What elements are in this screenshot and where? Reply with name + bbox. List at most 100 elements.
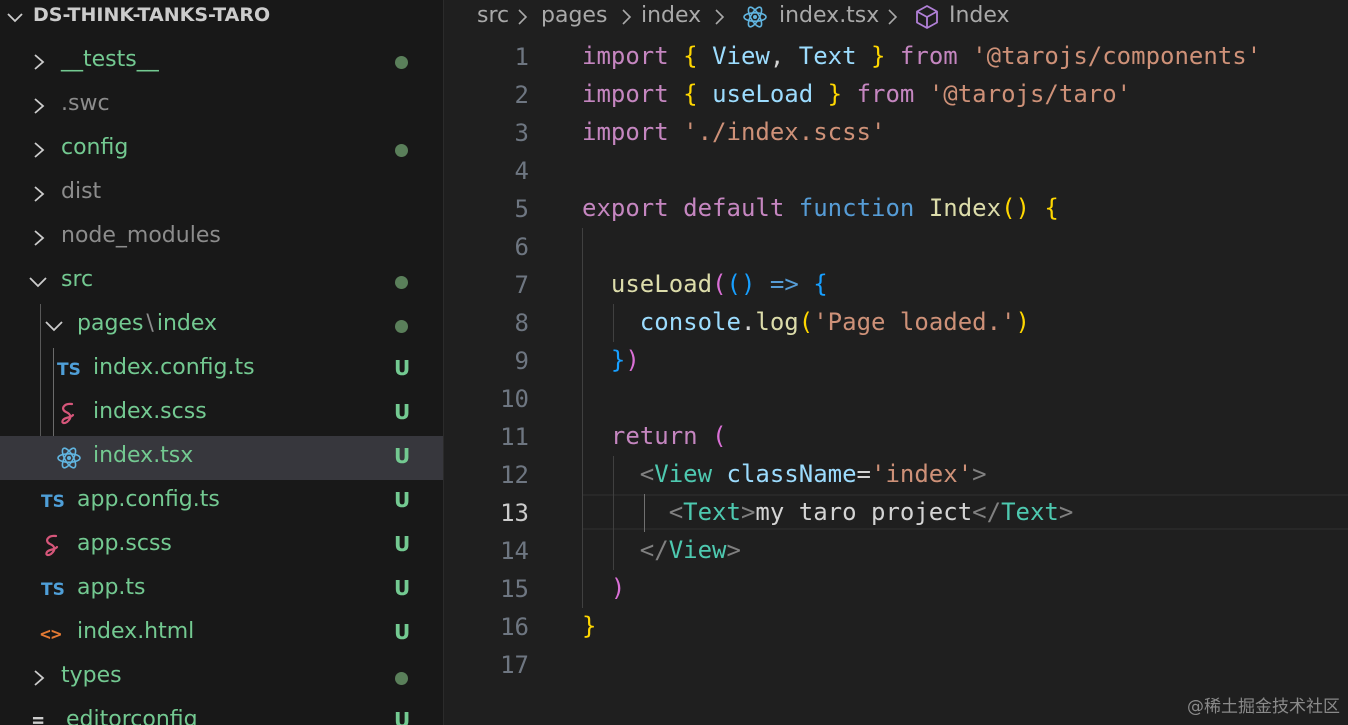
breadcrumb-item-src[interactable]: src <box>477 3 509 28</box>
path-segment-pages: pages <box>77 311 144 336</box>
code-editor[interactable]: src pages index index.tsx Index 1 import … <box>444 0 1348 725</box>
tree-item-dist-folder[interactable]: dist <box>0 172 443 216</box>
code-line[interactable]: 6 <box>444 228 1348 266</box>
code-token: return <box>610 422 698 450</box>
line-number: 7 <box>514 271 529 299</box>
code-line[interactable]: 9 }) <box>444 342 1348 380</box>
line-number: 17 <box>500 651 529 679</box>
code-line[interactable]: 15 ) <box>444 570 1348 608</box>
tree-item-app-ts[interactable]: TS app.ts U <box>0 568 443 612</box>
code-line[interactable]: 16} <box>444 608 1348 646</box>
tree-item-swc-folder[interactable]: .swc <box>0 84 443 128</box>
tree-item-index-scss[interactable]: index.scss U <box>0 392 443 436</box>
tree-item-app-scss[interactable]: app.scss U <box>0 524 443 568</box>
code-token: { <box>683 42 698 70</box>
code-line[interactable]: 4 <box>444 152 1348 190</box>
code-token: => <box>769 270 799 298</box>
tree-item-label: app.ts <box>77 575 146 600</box>
line-number: 13 <box>500 499 529 527</box>
code-text: <View className='index'> <box>582 460 987 488</box>
explorer-panel: DS-THINK-TANKS-TARO __tests__ .swc confi… <box>0 0 444 725</box>
untracked-badge: U <box>394 400 411 424</box>
tree-item-pages-index-folder[interactable]: pages \ index <box>0 304 443 348</box>
tree-item-types-folder[interactable]: types <box>0 656 443 700</box>
modified-dot <box>395 144 408 157</box>
code-line[interactable]: 17 <box>444 646 1348 684</box>
line-number: 4 <box>514 157 529 185</box>
line-number: 15 <box>500 575 529 603</box>
code-text: export default function Index() { <box>582 194 1059 222</box>
config-file-icon: ≡ <box>32 710 45 725</box>
code-token: my taro project <box>755 498 973 526</box>
code-token: View <box>712 42 770 70</box>
tree-item-app-config-ts[interactable]: TS app.config.ts U <box>0 480 443 524</box>
tree-item-label: index.html <box>77 619 195 644</box>
code-token: ) <box>610 574 626 602</box>
code-text: return ( <box>582 422 727 450</box>
code-token: } <box>871 42 886 70</box>
chevron-right-icon <box>620 7 632 32</box>
code-token: console <box>639 308 741 336</box>
code-token: '@tarojs/taro' <box>928 80 1132 108</box>
tree-item-node-modules-folder[interactable]: node_modules <box>0 216 443 260</box>
tree-item-index-config-ts[interactable]: TS index.config.ts U <box>0 348 443 392</box>
code-token: Text <box>683 498 741 526</box>
line-number: 12 <box>500 461 529 489</box>
code-token: () <box>726 270 756 298</box>
breadcrumb-item-pages[interactable]: pages <box>541 3 607 28</box>
code-line[interactable]: 7 useLoad(() => { <box>444 266 1348 304</box>
tree-item-config-folder[interactable]: config <box>0 128 443 172</box>
code-line[interactable]: 10 <box>444 380 1348 418</box>
code-token: import <box>582 118 669 146</box>
code-line[interactable]: 1 import { View, Text } from '@tarojs/com… <box>444 38 1348 76</box>
code-line[interactable]: 5 export default function Index() { <box>444 190 1348 228</box>
code-text: import { useLoad } from '@tarojs/taro' <box>582 80 1131 108</box>
code-token: { <box>683 80 698 108</box>
code-token: . <box>740 308 756 336</box>
code-text: </View> <box>582 536 741 564</box>
chevron-right-icon <box>516 7 528 32</box>
code-line[interactable]: 8 console.log('Page loaded.') <box>444 304 1348 342</box>
line-number: 16 <box>500 613 529 641</box>
code-line[interactable]: 2 import { useLoad } from '@tarojs/taro' <box>444 76 1348 114</box>
modified-dot <box>395 320 408 333</box>
code-token: useLoad <box>712 80 814 108</box>
code-token: = <box>856 460 871 488</box>
tree-item-src-folder[interactable]: src <box>0 260 443 304</box>
chevron-right-icon <box>886 7 898 32</box>
line-number: 10 <box>500 385 529 413</box>
code-line[interactable]: 13 <Text>my taro project</Text> <box>444 494 1348 532</box>
modified-dot <box>395 672 408 685</box>
untracked-badge: U <box>394 444 411 468</box>
tree-item-label: index.scss <box>93 399 207 424</box>
tree-item-editorconfig[interactable]: ≡ editorconfig U <box>0 700 443 725</box>
tree-item-tests-folder[interactable]: __tests__ <box>0 40 443 84</box>
tree-item-index-html[interactable]: <> index.html U <box>0 612 443 656</box>
untracked-badge: U <box>394 356 411 380</box>
code-line[interactable]: 14 </View> <box>444 532 1348 570</box>
tree-item-label: __tests__ <box>61 47 159 72</box>
code-token: </ <box>972 498 1002 526</box>
code-token: </ <box>639 536 669 564</box>
code-line[interactable]: 12 <View className='index'> <box>444 456 1348 494</box>
breadcrumb-item-index-folder[interactable]: index <box>641 3 701 28</box>
code-token: < <box>668 498 684 526</box>
tree-item-label: app.config.ts <box>77 487 220 512</box>
untracked-badge: U <box>394 488 411 512</box>
breadcrumb-item-file[interactable]: index.tsx <box>779 3 879 28</box>
code-token: default <box>683 194 785 222</box>
code-line[interactable]: 3 import './index.scss' <box>444 114 1348 152</box>
breadcrumb-item-symbol[interactable]: Index <box>949 3 1010 28</box>
tree-item-index-tsx[interactable]: index.tsx U <box>0 436 443 480</box>
code-line[interactable]: 11 return ( <box>444 418 1348 456</box>
untracked-badge: U <box>394 620 411 644</box>
explorer-root-header[interactable]: DS-THINK-TANKS-TARO <box>0 0 443 36</box>
